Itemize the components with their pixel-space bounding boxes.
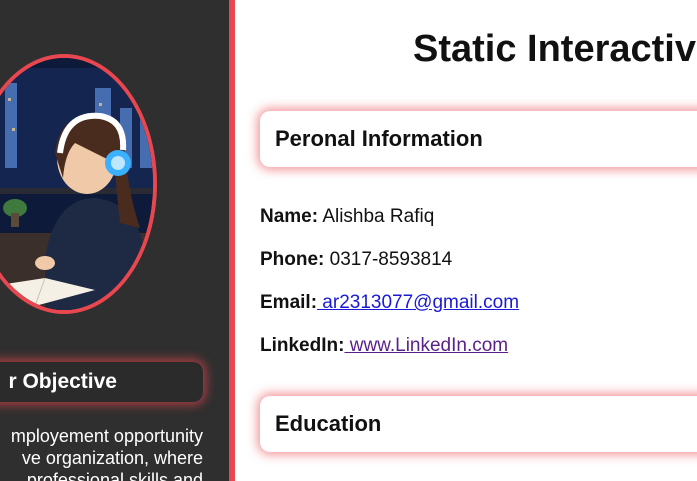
section-education: Education <box>260 396 697 452</box>
objective-line: ve organization, where <box>21 448 203 468</box>
career-objective-text: mployement opportunity ve organization, … <box>0 425 203 481</box>
career-objective-title: r Objective <box>8 370 117 393</box>
email-label: Email: <box>260 292 318 313</box>
sidebar-divider <box>229 0 235 481</box>
email-link[interactable]: ar2313077@gmail.com <box>317 292 519 313</box>
phone-value: 0317-8593814 <box>329 249 453 270</box>
name-value: Alishba Rafiq <box>322 206 435 227</box>
info-name-row: Name: Alishba Rafiq <box>260 206 434 228</box>
info-email-row: Email: ar2313077@gmail.com <box>260 292 519 314</box>
name-label: Name: <box>260 206 319 227</box>
sidebar: r Objective mployement opportunity ve or… <box>0 0 229 481</box>
profile-illustration <box>0 58 153 310</box>
section-personal-info: Peronal Information <box>260 111 697 167</box>
page-title: Static Interactive <box>413 28 697 70</box>
career-objective-heading: r Objective <box>0 362 203 402</box>
linkedin-label: LinkedIn: <box>260 335 345 356</box>
objective-line: professional skills and <box>26 470 203 481</box>
phone-label: Phone: <box>260 249 325 270</box>
info-linkedin-row: LinkedIn: www.LinkedIn.com <box>260 335 508 357</box>
objective-line: mployement opportunity <box>10 426 203 446</box>
avatar <box>0 54 157 314</box>
info-phone-row: Phone: 0317-8593814 <box>260 249 452 271</box>
linkedin-link[interactable]: www.LinkedIn.com <box>344 335 508 356</box>
